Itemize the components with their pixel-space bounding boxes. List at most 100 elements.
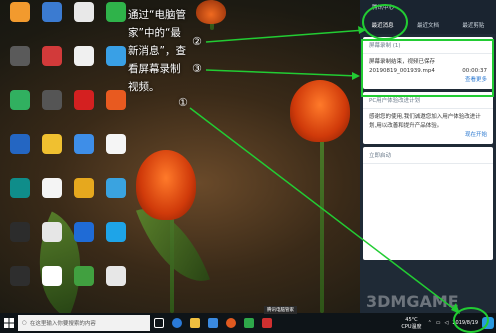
video-duration: 00:00:37 bbox=[462, 68, 487, 74]
tab-recent-documents[interactable]: 最近文档 bbox=[405, 12, 450, 34]
app-icon bbox=[106, 134, 126, 154]
marker-2: ② bbox=[192, 35, 202, 48]
desktop-shortcut[interactable] bbox=[35, 46, 69, 68]
desktop-shortcut[interactable] bbox=[3, 222, 37, 244]
video-file-row[interactable]: 20190819_001939.mp4 00:00:37 bbox=[369, 67, 487, 76]
desktop-shortcut[interactable] bbox=[67, 90, 101, 112]
app-icon bbox=[106, 222, 126, 242]
desktop-shortcut[interactable] bbox=[3, 46, 37, 68]
app-icon bbox=[10, 178, 30, 198]
app-icon bbox=[106, 2, 126, 22]
app-icon bbox=[42, 266, 62, 286]
tencent-manager-tray-icon[interactable] bbox=[482, 317, 494, 329]
app-icon bbox=[74, 2, 94, 22]
taskbar-search-box[interactable]: ○ 在这里输入你要搜索的内容 bbox=[18, 315, 150, 331]
edge-icon[interactable] bbox=[168, 313, 186, 333]
desktop-shortcut[interactable] bbox=[99, 134, 133, 156]
desktop-shortcut[interactable] bbox=[67, 2, 101, 24]
start-now-link[interactable]: 现在开始 bbox=[369, 131, 487, 140]
tab-latest-messages[interactable]: 最近消息 bbox=[360, 12, 405, 34]
app-icon bbox=[74, 46, 94, 66]
app-icon bbox=[74, 178, 94, 198]
app-icon bbox=[42, 134, 62, 154]
cpu-temperature[interactable]: 45°C CPU温度 bbox=[401, 317, 421, 330]
windows-icon bbox=[4, 318, 14, 328]
desktop-shortcut[interactable] bbox=[35, 222, 69, 244]
flower-stem bbox=[170, 205, 174, 313]
tencent-message-panel: 腾讯中心 最近消息 最近文档 最近剪贴 屏幕录制 (1) 屏幕录制结束，视频已保… bbox=[360, 0, 496, 313]
volume-icon[interactable]: ◁ bbox=[445, 320, 449, 326]
system-tray: 45°C CPU温度 ⌃ ▭ ◁ 2019/8/19 bbox=[401, 313, 496, 333]
cpu-label: CPU温度 bbox=[401, 323, 422, 330]
experience-program-card[interactable]: PC用户体验改进计划 感谢您的使用,我们诚邀您加入用户体验改进计划,用以改善和提… bbox=[363, 92, 493, 144]
app-icon bbox=[74, 266, 94, 286]
desktop-shortcut[interactable] bbox=[35, 266, 69, 288]
screen-record-card[interactable]: 屏幕录制 (1) 屏幕录制结束，视频已保存 20190819_001939.mp… bbox=[363, 37, 493, 89]
start-button[interactable] bbox=[0, 313, 18, 333]
desktop-shortcut[interactable] bbox=[3, 134, 37, 156]
taskbar-tooltip: 腾讯电脑管家 bbox=[264, 306, 297, 314]
app-icon bbox=[42, 178, 62, 198]
quick-launch-header: 立即启动 bbox=[363, 147, 493, 164]
annotation-text: 通过“电脑管家”中的“最新消息”，查看屏幕录制视频。 bbox=[128, 9, 186, 93]
file-explorer-icon[interactable] bbox=[186, 313, 204, 333]
browser-icon[interactable] bbox=[222, 313, 240, 333]
marker-3: ③ bbox=[192, 62, 202, 75]
experience-program-body: 感谢您的使用,我们诚邀您加入用户体验改进计划,用以改善和提升产品体验。 bbox=[369, 114, 481, 129]
desktop-shortcut[interactable] bbox=[35, 134, 69, 156]
task-view-icon[interactable] bbox=[150, 313, 168, 333]
app-icon bbox=[74, 222, 94, 242]
desktop-shortcut[interactable] bbox=[99, 178, 133, 200]
app-icon bbox=[10, 46, 30, 66]
panel-tabs: 最近消息 最近文档 最近剪贴 bbox=[360, 12, 496, 34]
app-icon bbox=[106, 46, 126, 66]
app-icon[interactable] bbox=[240, 313, 258, 333]
app-icon bbox=[10, 134, 30, 154]
date-text[interactable]: 2019/8/19 bbox=[452, 320, 478, 326]
network-icon[interactable]: ▭ bbox=[436, 320, 441, 326]
marker-1: ① bbox=[178, 96, 188, 109]
desktop-shortcut[interactable] bbox=[35, 2, 69, 24]
desktop-shortcut[interactable] bbox=[99, 222, 133, 244]
app-icon bbox=[42, 222, 62, 242]
app-icon bbox=[74, 90, 94, 110]
screen-record-message: 屏幕录制结束，视频已保存 bbox=[369, 59, 436, 65]
view-more-link[interactable]: 查看更多 bbox=[369, 76, 487, 85]
panel-title: 腾讯中心 bbox=[360, 0, 496, 12]
app-icon bbox=[42, 90, 62, 110]
quick-launch-card[interactable]: 立即启动 bbox=[363, 147, 493, 260]
desktop-shortcut[interactable] bbox=[3, 178, 37, 200]
app-icon[interactable] bbox=[258, 313, 276, 333]
desktop-shortcut[interactable] bbox=[67, 222, 101, 244]
desktop-shortcut[interactable] bbox=[3, 90, 37, 112]
taskbar: ○ 在这里输入你要搜索的内容 45°C CPU温度 ⌃ ▭ ◁ 2019/8/1… bbox=[0, 313, 496, 333]
app-icon bbox=[10, 2, 30, 22]
app-icon bbox=[74, 134, 94, 154]
app-icon bbox=[106, 90, 126, 110]
tulip-bud bbox=[196, 0, 226, 24]
desktop-shortcut[interactable] bbox=[67, 46, 101, 68]
app-icon bbox=[106, 178, 126, 198]
desktop-shortcut[interactable] bbox=[3, 2, 37, 24]
desktop-shortcut[interactable] bbox=[3, 266, 37, 288]
desktop-shortcut[interactable] bbox=[35, 90, 69, 112]
desktop-shortcut[interactable] bbox=[67, 266, 101, 288]
store-icon[interactable] bbox=[204, 313, 222, 333]
chevron-up-icon[interactable]: ⌃ bbox=[428, 320, 432, 326]
desktop-shortcut[interactable] bbox=[67, 178, 101, 200]
app-icon bbox=[10, 222, 30, 242]
desktop-shortcut[interactable] bbox=[35, 178, 69, 200]
video-file-name: 20190819_001939.mp4 bbox=[369, 68, 435, 74]
app-icon bbox=[42, 2, 62, 22]
desktop-shortcut[interactable] bbox=[99, 266, 133, 288]
tab-recent-clipboard[interactable]: 最近剪贴 bbox=[451, 12, 496, 34]
experience-program-header: PC用户体验改进计划 bbox=[363, 92, 493, 109]
screen-record-header: 屏幕录制 (1) bbox=[363, 37, 493, 54]
flower-stem bbox=[320, 120, 324, 313]
search-placeholder: 在这里输入你要搜索的内容 bbox=[29, 321, 96, 327]
app-icon bbox=[106, 266, 126, 286]
desktop-shortcut[interactable] bbox=[67, 134, 101, 156]
search-icon: ○ bbox=[22, 320, 27, 326]
app-icon bbox=[10, 90, 30, 110]
tulip-flower bbox=[136, 150, 196, 220]
